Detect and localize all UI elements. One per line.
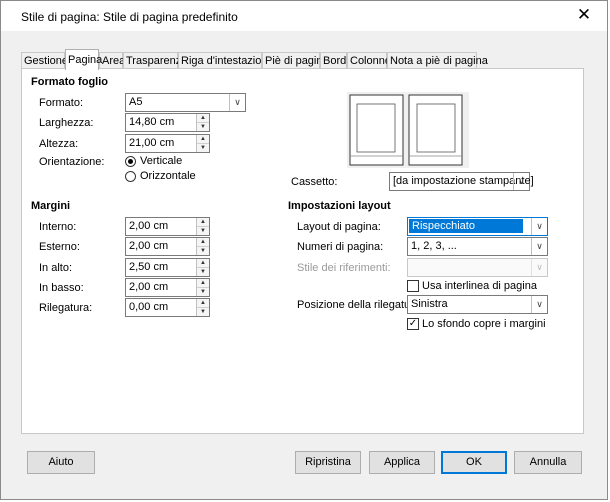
tab-colonne[interactable]: Colonne xyxy=(347,52,391,68)
chevron-down-icon[interactable]: ∨ xyxy=(531,218,547,235)
spin-up-icon[interactable]: ▲ xyxy=(197,218,209,227)
top-margin-spinbox[interactable]: 2,50 cm ▲ ▼ xyxy=(125,258,210,277)
chevron-down-icon[interactable]: ∨ xyxy=(513,173,529,190)
spin-down-icon[interactable]: ▼ xyxy=(197,227,209,235)
page-layout-select[interactable]: Rispecchiato ∨ xyxy=(407,217,548,236)
outer-margin-spinbox[interactable]: 2,00 cm ▲ ▼ xyxy=(125,237,210,256)
chevron-down-icon: ∨ xyxy=(531,259,547,276)
spin-up-icon[interactable]: ▲ xyxy=(197,135,209,144)
spin-down-icon[interactable]: ▼ xyxy=(197,144,209,152)
spin-buttons[interactable]: ▲ ▼ xyxy=(196,299,209,316)
bottom-margin-label: In basso: xyxy=(39,282,84,294)
reference-style-label: Stile dei riferimenti: xyxy=(297,262,391,274)
spin-buttons[interactable]: ▲ ▼ xyxy=(196,279,209,296)
gutter-label: Rilegatura: xyxy=(39,302,93,314)
orientation-label: Orientazione: xyxy=(39,156,105,168)
spin-down-icon[interactable]: ▼ xyxy=(197,288,209,296)
paper-format-heading: Formato foglio xyxy=(31,76,108,88)
height-label: Altezza: xyxy=(39,138,79,150)
chevron-down-icon[interactable]: ∨ xyxy=(531,296,547,313)
reset-button[interactable]: Ripristina xyxy=(295,451,361,474)
landscape-label[interactable]: Orizzontale xyxy=(140,170,196,182)
portrait-label[interactable]: Verticale xyxy=(140,155,182,167)
width-spinbox[interactable]: 14,80 cm ▲ ▼ xyxy=(125,113,210,132)
inner-margin-spinbox[interactable]: 2,00 cm ▲ ▼ xyxy=(125,217,210,236)
gutter-position-label: Posizione della rilegatura: xyxy=(297,299,423,311)
spin-buttons[interactable]: ▲ ▼ xyxy=(196,114,209,131)
tray-select[interactable]: [da impostazione stampante] ∨ xyxy=(389,172,534,191)
background-covers-margins-checkbox[interactable]: ✓ xyxy=(407,318,419,330)
ok-button[interactable]: OK xyxy=(441,451,507,474)
tab-pagina[interactable]: Pagina xyxy=(65,49,102,70)
landscape-radio[interactable] xyxy=(125,171,136,182)
format-label: Formato: xyxy=(39,97,84,109)
spin-buttons[interactable]: ▲ ▼ xyxy=(196,259,209,276)
title-bar: Stile di pagina: Stile di pagina predefi… xyxy=(1,1,607,31)
chevron-down-icon[interactable]: ∨ xyxy=(531,238,547,255)
spin-up-icon[interactable]: ▲ xyxy=(197,114,209,123)
help-button[interactable]: Aiuto xyxy=(27,451,95,474)
tab-pie-di-pagina[interactable]: Piè di pagina xyxy=(262,52,329,68)
reference-style-select: ∨ xyxy=(407,258,548,277)
chevron-down-icon[interactable]: ∨ xyxy=(229,94,245,111)
spin-down-icon[interactable]: ▼ xyxy=(197,308,209,316)
spin-buttons[interactable]: ▲ ▼ xyxy=(196,218,209,235)
close-icon[interactable]: ✕ xyxy=(575,6,593,24)
checkmark-icon: ✓ xyxy=(408,318,418,329)
margins-heading: Margini xyxy=(31,200,71,212)
outer-margin-label: Esterno: xyxy=(39,241,80,253)
height-spinbox[interactable]: 21,00 cm ▲ ▼ xyxy=(125,134,210,153)
cancel-button[interactable]: Annulla xyxy=(514,451,582,474)
dialog-window: Stile di pagina: Stile di pagina predefi… xyxy=(0,0,608,500)
tab-gestione[interactable]: Gestione xyxy=(21,52,68,68)
width-label: Larghezza: xyxy=(39,117,94,129)
tray-label: Cassetto: xyxy=(291,176,338,188)
spin-buttons[interactable]: ▲ ▼ xyxy=(196,238,209,255)
spin-up-icon[interactable]: ▲ xyxy=(197,238,209,247)
page-numbers-label: Numeri di pagina: xyxy=(297,241,384,253)
spin-up-icon[interactable]: ▲ xyxy=(197,279,209,288)
page-numbers-select[interactable]: 1, 2, 3, ... ∨ xyxy=(407,237,548,256)
tab-riga-intestazione[interactable]: Riga d'intestazione xyxy=(178,52,274,68)
gutter-spinbox[interactable]: 0,00 cm ▲ ▼ xyxy=(125,298,210,317)
tab-bordi[interactable]: Bordi xyxy=(320,52,349,68)
bottom-margin-spinbox[interactable]: 2,00 cm ▲ ▼ xyxy=(125,278,210,297)
top-margin-label: In alto: xyxy=(39,262,73,274)
inner-margin-label: Interno: xyxy=(39,221,77,233)
portrait-radio[interactable] xyxy=(125,156,136,167)
spin-down-icon[interactable]: ▼ xyxy=(197,123,209,131)
format-select[interactable]: A5 ∨ xyxy=(125,93,246,112)
gutter-position-select[interactable]: Sinistra ∨ xyxy=(407,295,548,314)
register-true-checkbox[interactable] xyxy=(407,280,419,292)
spin-down-icon[interactable]: ▼ xyxy=(197,247,209,255)
tab-area[interactable]: Area xyxy=(99,52,125,68)
window-title: Stile di pagina: Stile di pagina predefi… xyxy=(21,10,238,24)
register-true-label[interactable]: Usa interlinea di pagina xyxy=(422,280,537,292)
spin-down-icon[interactable]: ▼ xyxy=(197,268,209,276)
tab-nota-pie-di-pagina[interactable]: Nota a piè di pagina xyxy=(387,52,488,68)
spin-buttons[interactable]: ▲ ▼ xyxy=(196,135,209,152)
tab-trasparenza[interactable]: Trasparenza xyxy=(123,52,187,68)
apply-button[interactable]: Applica xyxy=(369,451,435,474)
layout-settings-heading: Impostazioni layout xyxy=(288,200,391,212)
background-covers-margins-label[interactable]: Lo sfondo copre i margini xyxy=(422,318,546,330)
spin-up-icon[interactable]: ▲ xyxy=(197,259,209,268)
page-layout-label: Layout di pagina: xyxy=(297,221,381,233)
page-preview xyxy=(347,92,469,168)
spin-up-icon[interactable]: ▲ xyxy=(197,299,209,308)
